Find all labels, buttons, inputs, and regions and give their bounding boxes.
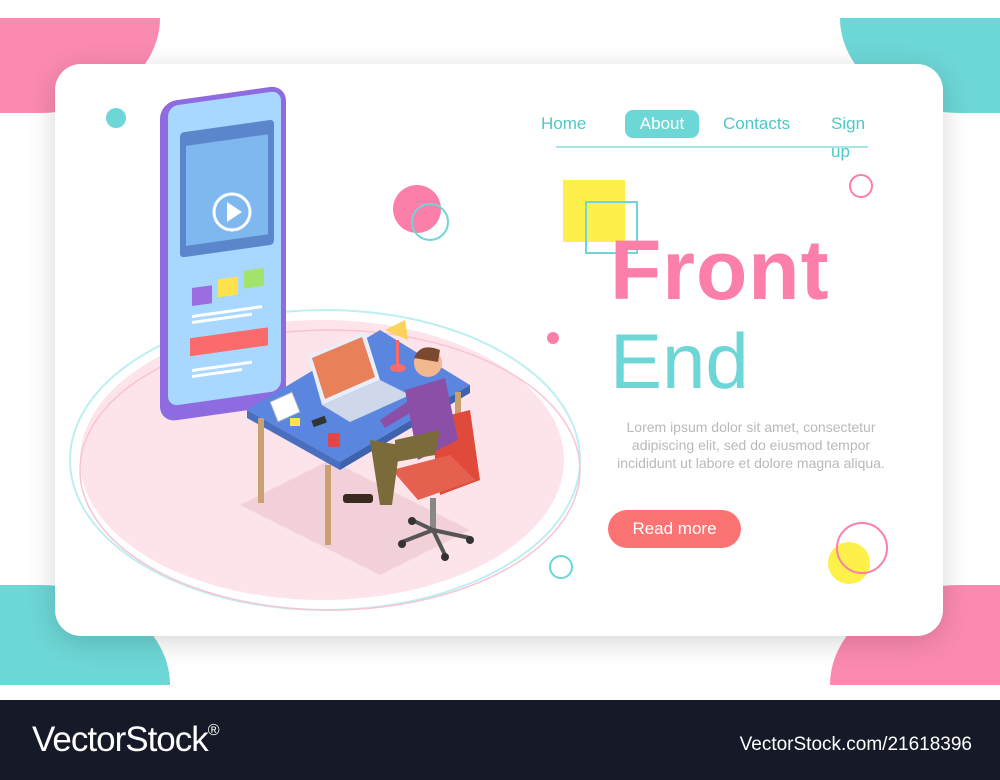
hero-title-line2: End xyxy=(610,317,749,405)
sticky-note xyxy=(290,418,300,426)
nav-divider xyxy=(556,146,868,148)
coffee-mug xyxy=(328,433,340,447)
brand-name: VectorStock xyxy=(32,720,209,759)
hero-description: Lorem ipsum dolor sit amet, consectetur … xyxy=(617,419,885,471)
image-id: VectorStock.com/21618396 xyxy=(739,734,972,755)
registered-mark: ® xyxy=(207,722,220,739)
read-more-button[interactable]: Read more xyxy=(608,510,741,548)
vectorstock-logo: VectorStock® xyxy=(32,720,220,760)
nav-home[interactable]: Home xyxy=(541,110,586,138)
deco-dot-pink xyxy=(547,332,559,344)
deco-dot-teal xyxy=(106,108,126,128)
front-end-developer-illustration xyxy=(69,86,888,611)
deco-ring-teal xyxy=(549,555,573,579)
hero-title-line1: Front xyxy=(610,223,830,317)
top-navigation: Home About Contacts Sign up xyxy=(528,110,888,161)
watermark-footer: VectorStock® VectorStock.com/21618396 xyxy=(0,700,1000,780)
deco-circle-yellow xyxy=(828,542,870,584)
nav-about-active[interactable]: About xyxy=(625,110,699,138)
deco-ring-pink xyxy=(849,174,873,198)
nav-contacts[interactable]: Contacts xyxy=(723,110,790,138)
smartphone xyxy=(160,86,286,421)
nav-sign-up[interactable]: Sign up xyxy=(831,110,888,161)
